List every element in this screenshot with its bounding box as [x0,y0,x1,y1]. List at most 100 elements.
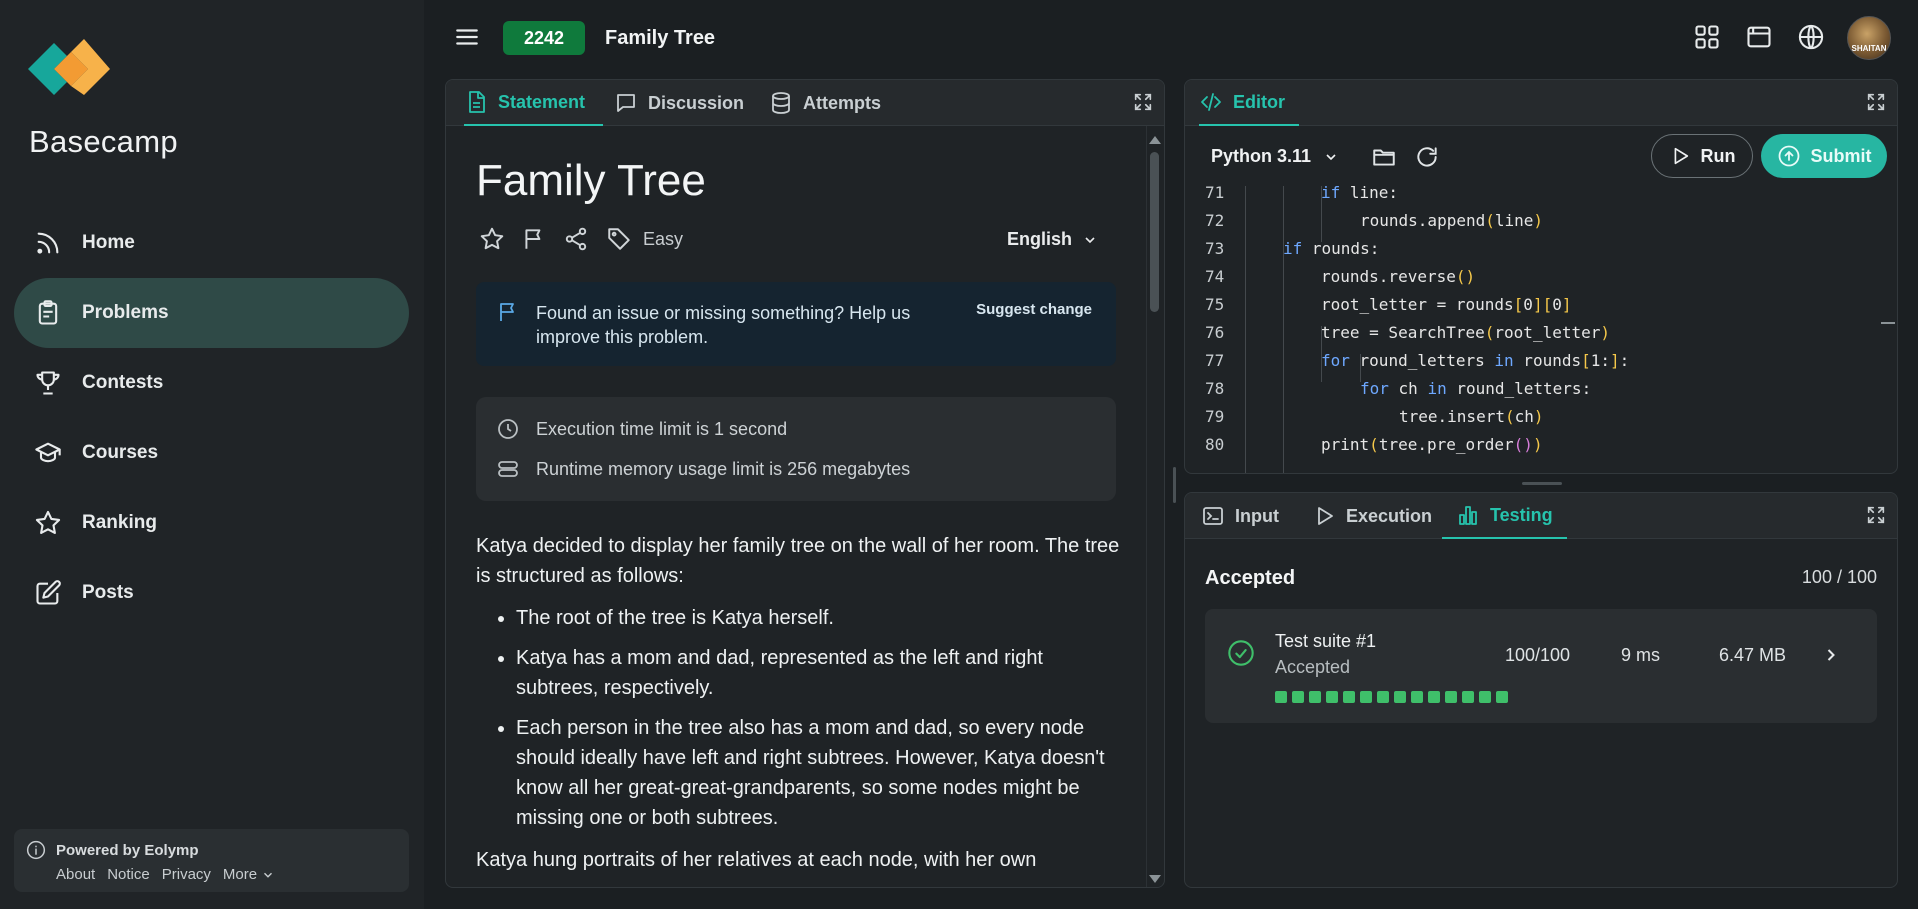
memory-limit-text: Runtime memory usage limit is 256 megaby… [536,458,911,479]
vertical-split-handle[interactable] [1173,467,1176,503]
user-avatar[interactable]: SHAITAN [1847,16,1891,60]
tab-label: Statement [498,91,586,112]
apps-grid-icon[interactable] [1693,23,1721,51]
sidebar-item-label: Home [82,232,135,253]
share-icon[interactable] [563,226,589,252]
test-passed-indicator[interactable] [1326,691,1338,703]
description-paragraph: Katya hung portraits of her relatives at… [476,849,1037,871]
graduation-cap-icon [35,442,61,463]
folder-icon[interactable] [1371,144,1397,170]
tab-input[interactable]: Input [1201,493,1279,539]
line-number: 73 [1205,239,1225,258]
test-passed-indicator[interactable] [1411,691,1423,703]
suite-status: Accepted [1275,657,1351,677]
tab-testing[interactable]: Testing [1442,493,1567,539]
tab-statement[interactable]: Statement [464,80,604,126]
globe-icon[interactable] [1797,23,1825,51]
powered-by-box: Powered by Eolymp About Notice Privacy M… [14,829,409,892]
test-passed-indicator[interactable] [1343,691,1355,703]
list-item: Katya has a mom and dad, represented as … [516,643,1126,703]
refresh-icon[interactable] [1414,144,1440,170]
editor-panel: Editor Python 3.11 Run Submit 71 if line:… [1184,79,1898,474]
powered-by-title: Powered by Eolymp [56,842,199,859]
indent-guide [1245,186,1246,473]
editor-tabbar: Editor [1185,80,1897,126]
sidebar-item-ranking[interactable]: Ranking [14,488,409,558]
test-passed-indicator[interactable] [1479,691,1491,703]
suggest-change-link[interactable]: Suggest change [976,301,1092,318]
hamburger-menu-icon[interactable] [454,24,480,50]
list-item: Each person in the tree also has a mom a… [516,713,1126,833]
code-editor[interactable]: 71 if line: 72 rounds.append(line) 73 if ro… [1185,183,1897,473]
test-passed-indicator[interactable] [1394,691,1406,703]
statement-panel: Statement Discussion Attempts Family Tre… [445,79,1165,888]
avatar-text: SHAITAN [1851,44,1887,53]
expand-icon[interactable] [1865,91,1887,113]
suite-name: Test suite #1 [1275,631,1377,651]
tab-label: Testing [1490,504,1553,525]
test-passed-indicator[interactable] [1496,691,1508,703]
editor-toolbar: Python 3.11 Run Submit [1185,126,1897,186]
sidebar-item-home[interactable]: Home [14,208,409,278]
verdict-title: Accepted [1205,567,1296,589]
language-version-selector[interactable]: Python 3.11 [1211,146,1339,167]
expand-icon[interactable] [1132,91,1154,113]
rss-icon [37,232,59,254]
problem-description: Katya decided to display her family tree… [476,531,1126,875]
tab-editor[interactable]: Editor [1199,80,1299,126]
footer-more-menu[interactable]: More [223,866,275,883]
header-problem-title: Family Tree [605,27,716,49]
sidebar-item-posts[interactable]: Posts [14,558,409,628]
brand-name: Basecamp [29,124,178,159]
tab-attempts[interactable]: Attempts [769,80,881,126]
footer-link-notice[interactable]: Notice [107,866,150,883]
expand-icon[interactable] [1865,504,1887,526]
run-button[interactable]: Run [1651,134,1753,178]
test-passed-indicator[interactable] [1275,691,1287,703]
sidebar-item-problems[interactable]: Problems [14,278,409,348]
clipboard-icon [38,300,58,325]
flag-icon[interactable] [521,226,547,252]
flag-icon [500,303,514,321]
star-icon [35,510,61,534]
test-suite-row[interactable]: Test suite #1 Accepted 100/100 9 ms 6.47… [1205,609,1877,723]
sidebar-item-courses[interactable]: Courses [14,418,409,488]
scroll-up-arrow[interactable] [1149,136,1161,144]
star-icon[interactable] [479,226,505,252]
basecamp-logo[interactable] [28,38,110,100]
test-passed-indicator[interactable] [1377,691,1389,703]
browser-window-icon[interactable] [1745,23,1773,51]
description-list: The root of the tree is Katya herself. K… [516,603,1126,833]
tab-discussion[interactable]: Discussion [614,80,744,126]
tab-execution[interactable]: Execution [1312,493,1432,539]
indent-guide [1321,186,1322,242]
test-passed-indicator[interactable] [1462,691,1474,703]
test-passed-indicator[interactable] [1445,691,1457,703]
footer-link-about[interactable]: About [56,866,95,883]
horizontal-split-handle[interactable] [1522,482,1562,485]
submit-label: Submit [1810,145,1872,166]
test-passed-indicator[interactable] [1428,691,1440,703]
limits-box: Execution time limit is 1 second Runtime… [476,397,1116,501]
test-passed-indicator[interactable] [1292,691,1304,703]
time-limit-row: Execution time limit is 1 second [496,417,787,441]
test-passed-indicator[interactable] [1309,691,1321,703]
test-passed-indicator[interactable] [1360,691,1372,703]
sidebar-nav: Home Problems Contests Courses Ranking P… [14,208,409,628]
testing-panel: Input Execution Testing Accepted 100 / 1… [1184,492,1898,888]
sidebar-item-contests[interactable]: Contests [14,348,409,418]
memory-limit-row: Runtime memory usage limit is 256 megaby… [496,457,910,481]
play-icon [1318,507,1333,525]
suite-memory: 6.47 MB [1719,645,1787,665]
submit-button[interactable]: Submit [1761,134,1887,178]
footer-link-privacy[interactable]: Privacy [162,866,211,883]
upload-circle-icon [1778,145,1799,167]
line-number: 75 [1205,295,1225,314]
code-icon [1201,93,1221,111]
scroll-down-arrow[interactable] [1149,875,1161,883]
scrollbar-thumb[interactable] [1150,152,1159,312]
line-number: 78 [1205,379,1225,398]
tag-icon[interactable] [606,226,632,252]
line-number: 74 [1205,267,1225,286]
language-selector[interactable]: English [1007,229,1098,250]
